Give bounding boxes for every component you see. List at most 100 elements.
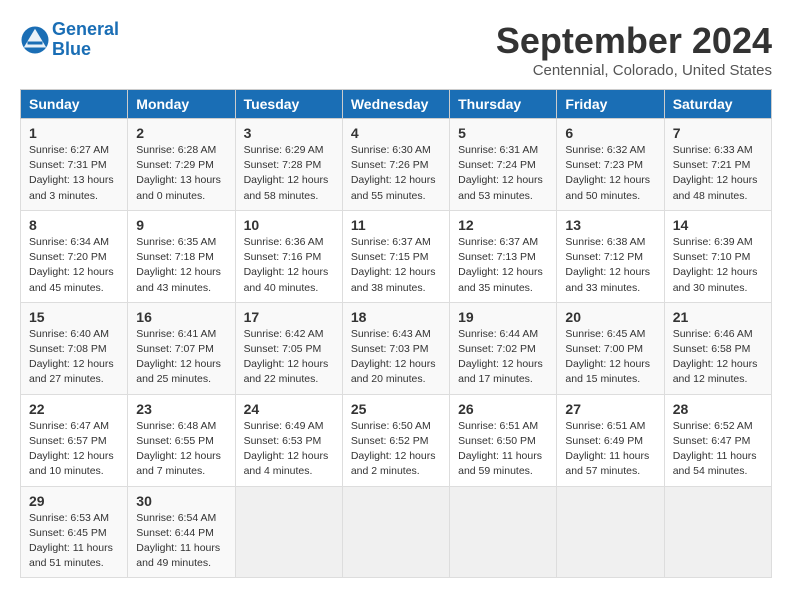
page-header: General Blue September 2024 Centennial, … (20, 20, 772, 79)
header-friday: Friday (557, 90, 664, 119)
calendar-header-row: SundayMondayTuesdayWednesdayThursdayFrid… (21, 90, 772, 119)
day-info: Sunrise: 6:41 AM Sunset: 7:07 PM Dayligh… (136, 327, 226, 388)
calendar-cell: 4Sunrise: 6:30 AM Sunset: 7:26 PM Daylig… (342, 119, 449, 211)
logo-line2: Blue (52, 39, 91, 59)
calendar-cell: 1 Sunrise: 6:27 AM Sunset: 7:31 PM Daylig… (21, 119, 128, 211)
day-number: 5 (458, 125, 548, 141)
calendar-cell: 11 Sunrise: 6:37 AM Sunset: 7:15 PM Dayli… (342, 210, 449, 302)
logo: General Blue (20, 20, 119, 60)
day-number: 8 (29, 217, 119, 233)
day-number: 14 (673, 217, 763, 233)
calendar-cell: 23 Sunrise: 6:48 AM Sunset: 6:55 PM Dayli… (128, 394, 235, 486)
day-info: Sunrise: 6:48 AM Sunset: 6:55 PM Dayligh… (136, 419, 226, 480)
month-title: September 2024 (496, 20, 772, 62)
day-info: Sunrise: 6:37 AM Sunset: 7:15 PM Dayligh… (351, 235, 441, 296)
header-monday: Monday (128, 90, 235, 119)
calendar-cell: 8 Sunrise: 6:34 AM Sunset: 7:20 PM Daylig… (21, 210, 128, 302)
day-number: 16 (136, 309, 226, 325)
day-number: 12 (458, 217, 548, 233)
day-info: Sunrise: 6:47 AM Sunset: 6:57 PM Dayligh… (29, 419, 119, 480)
day-info: Sunrise: 6:27 AM Sunset: 7:31 PM Dayligh… (29, 143, 119, 204)
day-number: 6 (565, 125, 655, 141)
calendar-cell: 6 Sunrise: 6:32 AM Sunset: 7:23 PM Daylig… (557, 119, 664, 211)
calendar-cell: 18Sunrise: 6:43 AM Sunset: 7:03 PM Dayli… (342, 302, 449, 394)
week-row-1: 1 Sunrise: 6:27 AM Sunset: 7:31 PM Daylig… (21, 119, 772, 211)
day-number: 20 (565, 309, 655, 325)
calendar-cell: 16 Sunrise: 6:41 AM Sunset: 7:07 PM Dayli… (128, 302, 235, 394)
header-sunday: Sunday (21, 90, 128, 119)
calendar-cell: 13 Sunrise: 6:38 AM Sunset: 7:12 PM Dayli… (557, 210, 664, 302)
day-info: Sunrise: 6:50 AM Sunset: 6:52 PM Dayligh… (351, 419, 441, 480)
day-number: 19 (458, 309, 548, 325)
day-info: Sunrise: 6:52 AM Sunset: 6:47 PM Dayligh… (673, 419, 763, 480)
calendar-cell: 19Sunrise: 6:44 AM Sunset: 7:02 PM Dayli… (450, 302, 557, 394)
day-number: 27 (565, 401, 655, 417)
calendar-cell (342, 486, 449, 578)
calendar-cell: 27 Sunrise: 6:51 AM Sunset: 6:49 PM Dayli… (557, 394, 664, 486)
day-info: Sunrise: 6:37 AM Sunset: 7:13 PM Dayligh… (458, 235, 548, 296)
day-number: 7 (673, 125, 763, 141)
calendar-cell: 15 Sunrise: 6:40 AM Sunset: 7:08 PM Dayli… (21, 302, 128, 394)
day-number: 17 (244, 309, 334, 325)
day-info: Sunrise: 6:29 AM Sunset: 7:28 PM Dayligh… (244, 143, 334, 204)
day-info: Sunrise: 6:51 AM Sunset: 6:50 PM Dayligh… (458, 419, 548, 480)
calendar-cell: 30 Sunrise: 6:54 AM Sunset: 6:44 PM Dayli… (128, 486, 235, 578)
day-info: Sunrise: 6:31 AM Sunset: 7:24 PM Dayligh… (458, 143, 548, 204)
day-number: 11 (351, 217, 441, 233)
day-number: 24 (244, 401, 334, 417)
calendar-cell: 25 Sunrise: 6:50 AM Sunset: 6:52 PM Dayli… (342, 394, 449, 486)
calendar-cell: 7 Sunrise: 6:33 AM Sunset: 7:21 PM Daylig… (664, 119, 771, 211)
day-info: Sunrise: 6:34 AM Sunset: 7:20 PM Dayligh… (29, 235, 119, 296)
calendar-cell (450, 486, 557, 578)
day-info: Sunrise: 6:38 AM Sunset: 7:12 PM Dayligh… (565, 235, 655, 296)
logo-text: General Blue (52, 20, 119, 60)
day-info: Sunrise: 6:32 AM Sunset: 7:23 PM Dayligh… (565, 143, 655, 204)
location-title: Centennial, Colorado, United States (496, 62, 772, 79)
day-info: Sunrise: 6:36 AM Sunset: 7:16 PM Dayligh… (244, 235, 334, 296)
day-info: Sunrise: 6:39 AM Sunset: 7:10 PM Dayligh… (673, 235, 763, 296)
day-number: 30 (136, 493, 226, 509)
day-info: Sunrise: 6:40 AM Sunset: 7:08 PM Dayligh… (29, 327, 119, 388)
week-row-4: 22 Sunrise: 6:47 AM Sunset: 6:57 PM Dayli… (21, 394, 772, 486)
day-info: Sunrise: 6:46 AM Sunset: 6:58 PM Dayligh… (673, 327, 763, 388)
calendar-cell: 10 Sunrise: 6:36 AM Sunset: 7:16 PM Dayli… (235, 210, 342, 302)
calendar-cell: 3 Sunrise: 6:29 AM Sunset: 7:28 PM Daylig… (235, 119, 342, 211)
day-number: 1 (29, 125, 119, 141)
day-info: Sunrise: 6:42 AM Sunset: 7:05 PM Dayligh… (244, 327, 334, 388)
title-area: September 2024 Centennial, Colorado, Uni… (496, 20, 772, 79)
week-row-2: 8 Sunrise: 6:34 AM Sunset: 7:20 PM Daylig… (21, 210, 772, 302)
day-number: 28 (673, 401, 763, 417)
day-number: 25 (351, 401, 441, 417)
calendar-cell (235, 486, 342, 578)
calendar-cell: 5 Sunrise: 6:31 AM Sunset: 7:24 PM Daylig… (450, 119, 557, 211)
day-number: 9 (136, 217, 226, 233)
calendar-cell: 12 Sunrise: 6:37 AM Sunset: 7:13 PM Dayli… (450, 210, 557, 302)
day-number: 3 (244, 125, 334, 141)
day-number: 18 (351, 309, 441, 325)
calendar-cell: 2Sunrise: 6:28 AM Sunset: 7:29 PM Daylig… (128, 119, 235, 211)
day-info: Sunrise: 6:30 AM Sunset: 7:26 PM Dayligh… (351, 143, 441, 204)
calendar-cell: 24Sunrise: 6:49 AM Sunset: 6:53 PM Dayli… (235, 394, 342, 486)
day-number: 2 (136, 125, 226, 141)
day-info: Sunrise: 6:33 AM Sunset: 7:21 PM Dayligh… (673, 143, 763, 204)
day-info: Sunrise: 6:54 AM Sunset: 6:44 PM Dayligh… (136, 511, 226, 572)
header-thursday: Thursday (450, 90, 557, 119)
calendar-cell: 29Sunrise: 6:53 AM Sunset: 6:45 PM Dayli… (21, 486, 128, 578)
day-number: 10 (244, 217, 334, 233)
day-number: 21 (673, 309, 763, 325)
calendar-cell (557, 486, 664, 578)
day-number: 15 (29, 309, 119, 325)
header-tuesday: Tuesday (235, 90, 342, 119)
calendar-cell: 28 Sunrise: 6:52 AM Sunset: 6:47 PM Dayli… (664, 394, 771, 486)
day-info: Sunrise: 6:51 AM Sunset: 6:49 PM Dayligh… (565, 419, 655, 480)
week-row-5: 29Sunrise: 6:53 AM Sunset: 6:45 PM Dayli… (21, 486, 772, 578)
day-number: 22 (29, 401, 119, 417)
week-row-3: 15 Sunrise: 6:40 AM Sunset: 7:08 PM Dayli… (21, 302, 772, 394)
day-number: 26 (458, 401, 548, 417)
calendar-cell (664, 486, 771, 578)
day-number: 23 (136, 401, 226, 417)
logo-line1: General (52, 19, 119, 39)
day-number: 13 (565, 217, 655, 233)
calendar-cell: 22 Sunrise: 6:47 AM Sunset: 6:57 PM Dayli… (21, 394, 128, 486)
calendar-cell: 26 Sunrise: 6:51 AM Sunset: 6:50 PM Dayli… (450, 394, 557, 486)
